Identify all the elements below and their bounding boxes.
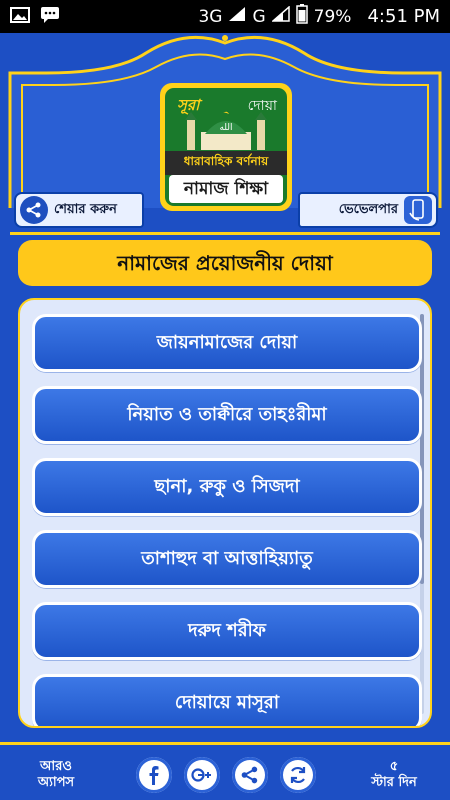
more-apps-line1: আরও xyxy=(40,759,72,774)
app-logo: সূরা দোয়া الله ধারাবাহিক বর্ণনায় নামাজ… xyxy=(160,83,292,211)
social-icons xyxy=(136,757,316,793)
list-item[interactable]: জায়নামাজের দোয়া xyxy=(32,314,422,372)
mosque-icon: الله xyxy=(185,111,267,150)
phone-icon xyxy=(404,196,432,224)
header-divider xyxy=(10,232,440,235)
chat-icon xyxy=(40,6,60,28)
logo-subtitle: ধারাবাহিক বর্ণনায় xyxy=(165,151,287,175)
list-item[interactable]: দোয়ায়ে মাসূরা xyxy=(32,674,422,726)
list-item[interactable]: নিয়াত ও তাক্বীরে তাহঃরীমা xyxy=(32,386,422,444)
share-icon xyxy=(20,196,48,224)
status-bar: 3G G 79% 4:51 PM xyxy=(0,0,450,33)
developer-button[interactable]: ভেভেলপার xyxy=(298,192,438,228)
signal-icon-2 xyxy=(270,5,290,27)
list-item[interactable]: ছানা, রুকু ও সিজদা xyxy=(32,458,422,516)
logo-dome-text: الله xyxy=(219,123,232,133)
share-button[interactable]: শেয়ার করুন xyxy=(14,192,144,228)
facebook-icon[interactable] xyxy=(136,757,172,793)
network-label: 3G xyxy=(198,6,223,27)
bottom-bar: আরও অ্যাপস ৫ স্টার দিন xyxy=(0,742,450,800)
battery-level: 79% xyxy=(313,6,352,27)
logo-title: নামাজ শিক্ষা xyxy=(169,175,283,203)
rate-line2: স্টার দিন xyxy=(371,775,417,790)
carrier-label: G xyxy=(252,6,266,27)
gallery-icon xyxy=(10,6,30,27)
signal-icon xyxy=(228,6,246,27)
more-apps-button[interactable]: আরও অ্যাপস xyxy=(16,759,96,791)
refresh-icon[interactable] xyxy=(280,757,316,793)
clock: 4:51 PM xyxy=(367,6,440,27)
rate-button[interactable]: ৫ স্টার দিন xyxy=(354,759,434,791)
developer-button-label: ভেভেলপার xyxy=(338,201,398,217)
list-item[interactable]: তাশাহুদ বা আত্তাহিয়্যাতু xyxy=(32,530,422,588)
share-button-label: শেয়ার করুন xyxy=(54,201,117,217)
rate-line1: ৫ xyxy=(389,759,399,774)
battery-icon xyxy=(295,4,308,29)
list-item[interactable]: দরুদ শরীফ xyxy=(32,602,422,660)
section-title: নামাজের প্রয়োজনীয় দোয়া xyxy=(18,240,432,286)
more-apps-line2: অ্যাপস xyxy=(37,775,75,790)
dua-list[interactable]: জায়নামাজের দোয়া নিয়াত ও তাক্বীরে তাহঃ… xyxy=(18,298,432,728)
share-icon[interactable] xyxy=(232,757,268,793)
google-plus-icon[interactable] xyxy=(184,757,220,793)
